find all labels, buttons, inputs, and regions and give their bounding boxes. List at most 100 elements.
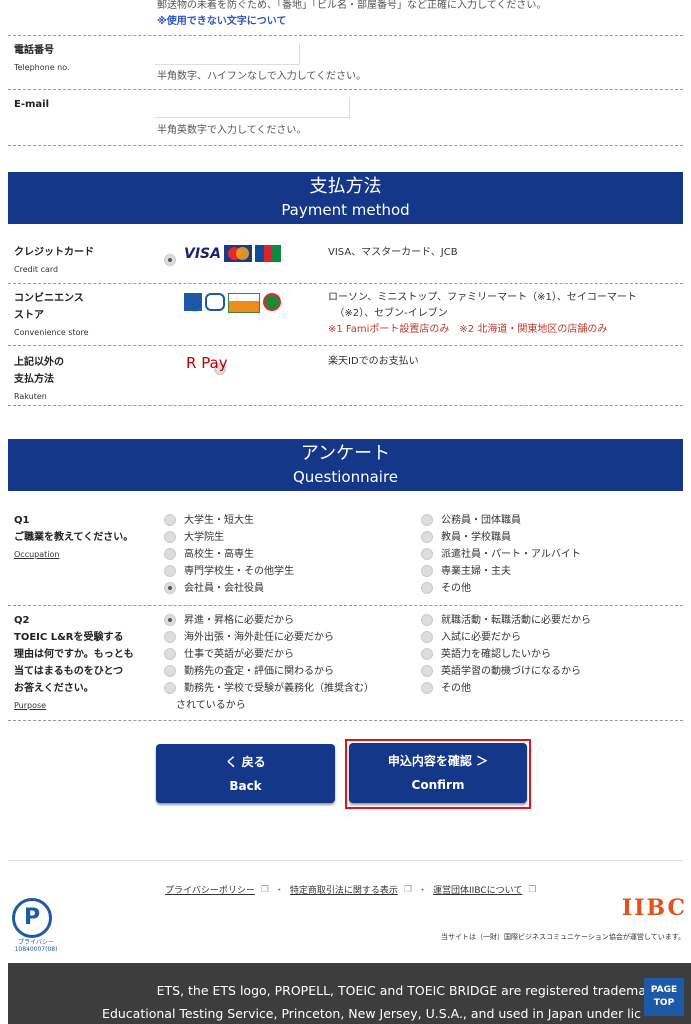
option-label: 海外出張・海外赴任に必要だから: [184, 632, 334, 643]
radio-button[interactable]: [421, 631, 433, 643]
radio-button[interactable]: [164, 665, 176, 677]
radio-option[interactable]: 大学院生: [164, 529, 294, 546]
option-label: 入試に必要だから: [441, 632, 521, 643]
divider: [8, 605, 683, 606]
option-label: 会社員・会社役員: [184, 583, 264, 594]
external-link-icon: ❐: [403, 884, 413, 895]
radio-button[interactable]: [164, 531, 176, 543]
radio-button[interactable]: [421, 565, 433, 577]
option-label: 昇進・昇格に必要だから: [184, 615, 294, 626]
q1-options-right: 公務員・団体職員 教員・学校職員派遣社員・パート・アルバイト 専業主婦・主夫 その他: [421, 512, 581, 597]
radio-button[interactable]: [421, 582, 433, 594]
option-label: 専門学校生・その他学生: [184, 566, 294, 577]
radio-option[interactable]: 海外出張・海外赴任に必要だから: [164, 629, 374, 646]
jcb-logo: [254, 245, 281, 262]
option-label: 仕事で英語が必要だから: [184, 649, 294, 660]
radio-button[interactable]: [164, 565, 176, 577]
radio-button[interactable]: [421, 531, 433, 543]
email-input[interactable]: [155, 97, 350, 118]
purpose-link[interactable]: Purpose: [14, 701, 46, 710]
option-label: 勤務先の査定・評価に関わるから: [184, 666, 334, 677]
option-label: その他: [441, 583, 471, 594]
radio-button[interactable]: [164, 548, 176, 560]
radio-option[interactable]: その他: [421, 680, 591, 697]
questionnaire-header: アンケート Questionnaire: [8, 439, 683, 491]
payment-header: 支払方法 Payment method: [8, 172, 683, 224]
divider: [8, 405, 683, 406]
q2-options-left: 昇進・昇格に必要だから海外出張・海外赴任に必要だから 仕事で英語が必要だから勤務先…: [164, 612, 374, 697]
radio-option[interactable]: 入試に必要だから: [421, 629, 591, 646]
radio-button[interactable]: [164, 514, 176, 526]
radio-button[interactable]: [421, 648, 433, 660]
radio-button[interactable]: [164, 614, 176, 626]
occupation-link[interactable]: Occupation: [14, 550, 59, 559]
email-label: E-mail: [14, 99, 50, 110]
radio-button[interactable]: [421, 665, 433, 677]
option-label: 高校生・高専生: [184, 549, 254, 560]
divider: [8, 145, 683, 146]
credit-card-radio[interactable]: [164, 253, 176, 266]
operated-by-text: 当サイトは（一財）国際ビジネスコミュニケーション協会が運営しています。: [441, 933, 685, 941]
email-hint: 半角英数字で入力してください。: [157, 125, 307, 136]
option-label: 大学生・短大生: [184, 515, 254, 526]
option-label: その他: [441, 683, 471, 694]
radio-option[interactable]: 昇進・昇格に必要だから: [164, 612, 374, 629]
q2-options-right: 就職活動・転職活動に必要だから 入試に必要だから英語力を確認したいから英語学習の動…: [421, 612, 591, 697]
page-top-button[interactable]: PAGE TOP: [644, 978, 684, 1016]
radio-option[interactable]: 専業主婦・主夫: [421, 563, 581, 580]
rakuten-desc: 楽天IDでのお支払い: [328, 356, 419, 367]
commercial-law-link[interactable]: 特定商取引法に関する表示: [290, 883, 398, 896]
unusable-chars-link[interactable]: ※使用できない文字について: [157, 12, 286, 27]
radio-button[interactable]: [421, 614, 433, 626]
divider: [8, 35, 683, 36]
external-link-icon: ❐: [260, 884, 269, 895]
tel-label: 電話番号 Telephone no.: [14, 45, 70, 72]
radio-option[interactable]: 勤務先の査定・評価に関わるから: [164, 663, 374, 680]
rakuten-pay-logo: R Pay: [186, 354, 228, 372]
visa-logo: VISA: [184, 245, 221, 262]
radio-button[interactable]: [164, 582, 176, 594]
privacy-policy-link[interactable]: プライバシーポリシー: [165, 883, 255, 896]
radio-option[interactable]: 英語力を確認したいから: [421, 646, 591, 663]
back-button[interactable]: く 戻る Back: [156, 744, 335, 803]
option-label: 就職活動・転職活動に必要だから: [441, 615, 591, 626]
about-iibc-link[interactable]: 運営団体IIBCについて: [433, 883, 522, 896]
divider: [8, 345, 683, 346]
mastercard-logo: [223, 245, 252, 262]
divider: [8, 720, 683, 721]
radio-option[interactable]: 大学生・短大生: [164, 512, 294, 529]
tel-hint: 半角数字、ハイフンなしで入力してください。: [157, 71, 367, 82]
telephone-input[interactable]: [155, 44, 300, 65]
radio-option[interactable]: 派遣社員・パート・アルバイト: [421, 546, 581, 563]
radio-option[interactable]: 仕事で英語が必要だから: [164, 646, 374, 663]
radio-button[interactable]: [421, 548, 433, 560]
option-label: 英語力を確認したいから: [441, 649, 551, 660]
option-label: 派遣社員・パート・アルバイト: [441, 549, 581, 560]
radio-option[interactable]: 公務員・団体職員: [421, 512, 581, 529]
radio-button[interactable]: [421, 514, 433, 526]
radio-option[interactable]: 英語学習の動機づけになるから: [421, 663, 591, 680]
address-note: 郵送物の未着を防ぐため、「番地」「ビル名・部屋番号」など正確に入力してください。: [157, 0, 547, 11]
trademark-footer: ETS, the ETS logo, PROPELL, TOEIC and TO…: [8, 963, 691, 1024]
radio-option[interactable]: 勤務先・学校で受験が義務化（推奨含む）: [164, 680, 374, 697]
radio-button[interactable]: [421, 682, 433, 694]
radio-option[interactable]: その他: [421, 580, 581, 597]
radio-option[interactable]: 就職活動・転職活動に必要だから: [421, 612, 591, 629]
rakuten-label: 上記以外の 支払方法 Rakuten: [14, 357, 64, 401]
radio-option[interactable]: 会社員・会社役員: [164, 580, 294, 597]
convenience-label: コンビニエンス ストア Convenience store: [14, 293, 89, 337]
lawson-logo: [184, 293, 202, 311]
radio-option[interactable]: 高校生・高専生: [164, 546, 294, 563]
confirm-button[interactable]: 申込内容を確認 ＞ Confirm: [349, 743, 527, 803]
q1-options-left: 大学生・短大生大学院生高校生・高専生専門学校生・その他学生 会社員・会社役員: [164, 512, 294, 597]
radio-button[interactable]: [164, 631, 176, 643]
radio-button[interactable]: [164, 648, 176, 660]
card-logos: VISA: [184, 245, 281, 262]
privacy-mark-logo: P: [12, 898, 52, 938]
radio-option[interactable]: 教員・学校職員: [421, 529, 581, 546]
radio-option[interactable]: 専門学校生・その他学生: [164, 563, 294, 580]
radio-button[interactable]: [164, 682, 176, 694]
credit-card-label: クレジットカード Credit card: [14, 247, 94, 274]
q2-option-continuation: されているから: [176, 700, 246, 711]
option-label: 専業主婦・主夫: [441, 566, 511, 577]
